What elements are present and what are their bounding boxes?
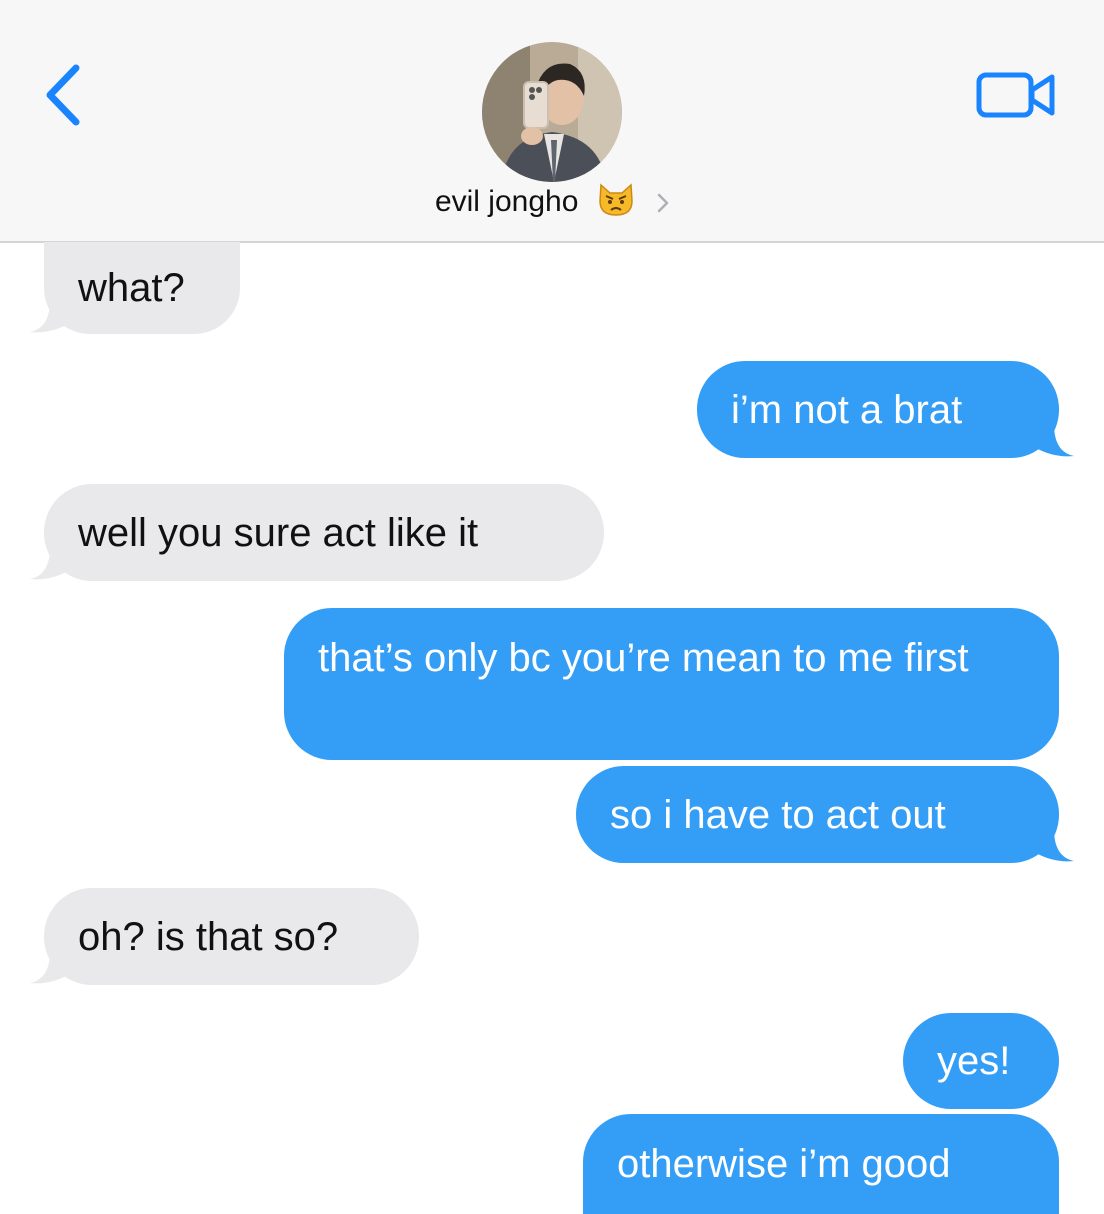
bubble-tail bbox=[30, 547, 68, 580]
message-text: yes! bbox=[937, 1039, 1011, 1083]
bubble-tail bbox=[30, 300, 68, 333]
video-call-icon[interactable] bbox=[976, 70, 1058, 120]
message-text: that’s only bc you’re mean to me first bbox=[318, 636, 969, 680]
back-chevron-icon[interactable] bbox=[40, 62, 88, 128]
sent-message[interactable]: that’s only bc you’re mean to me first bbox=[284, 608, 1059, 760]
received-message[interactable]: oh? is that so? bbox=[44, 888, 419, 985]
message-text: so i have to act out bbox=[610, 792, 946, 837]
pouting-cat-emoji bbox=[597, 183, 635, 230]
bubble-tail bbox=[30, 951, 68, 984]
received-message[interactable]: what? bbox=[44, 242, 240, 334]
message-text: what? bbox=[78, 266, 185, 310]
sent-message[interactable]: so i have to act out bbox=[576, 766, 1059, 863]
message-text: otherwise i’m good bbox=[617, 1142, 951, 1186]
sent-message[interactable]: i’m not a brat bbox=[697, 361, 1059, 458]
contact-avatar[interactable] bbox=[482, 42, 622, 182]
received-message[interactable]: well you sure act like it bbox=[44, 484, 604, 581]
chevron-right-icon bbox=[657, 182, 669, 226]
conversation-header: evil jongho bbox=[0, 0, 1104, 243]
message-text: i’m not a brat bbox=[731, 387, 963, 432]
contact-name: evil jongho bbox=[434, 185, 579, 218]
bubble-tail bbox=[1036, 424, 1074, 457]
avatar-photo bbox=[482, 42, 622, 182]
contact-name-button[interactable]: evil jongho bbox=[0, 180, 1104, 230]
sent-message[interactable]: yes! bbox=[903, 1013, 1059, 1109]
sent-message[interactable]: otherwise i’m good bbox=[583, 1114, 1059, 1214]
message-text: oh? is that so? bbox=[78, 914, 339, 959]
message-text: well you sure act like it bbox=[78, 510, 479, 555]
bubble-tail bbox=[1036, 829, 1074, 862]
